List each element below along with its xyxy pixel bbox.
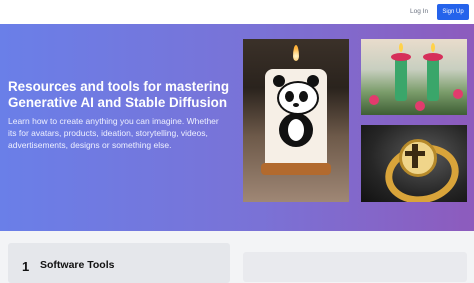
hero-headline: Resources and tools for mastering Genera… — [8, 79, 229, 110]
cross-ring-image — [361, 125, 467, 202]
candle-rim-shape — [391, 53, 411, 61]
panda-eye — [299, 91, 308, 102]
signup-button[interactable]: Sign Up — [437, 4, 469, 20]
login-link[interactable]: Log In — [404, 5, 434, 19]
panda-eye — [285, 91, 294, 102]
garden-candles-image — [361, 39, 467, 115]
flame-shape — [431, 43, 435, 52]
cross-bar — [405, 151, 425, 156]
top-navbar: Log In Sign Up — [0, 0, 474, 24]
green-candle-shape — [427, 57, 439, 101]
section-number: 1 — [22, 259, 30, 274]
panda-nose — [293, 103, 299, 107]
hero-subtext: Learn how to create anything you can ima… — [8, 116, 219, 150]
section-title: Software Tools — [40, 259, 115, 271]
flower-shape — [453, 89, 463, 99]
panda-head-shape — [277, 81, 319, 115]
candle-base-shape — [261, 163, 331, 175]
section-card-secondary[interactable] — [243, 252, 467, 282]
cross-icon — [412, 144, 418, 168]
flame-shape — [399, 43, 403, 52]
flower-shape — [415, 101, 425, 111]
panda-candle-image — [243, 39, 349, 202]
panda-belly-shape — [288, 119, 304, 141]
green-candle-shape — [395, 57, 407, 101]
flower-shape — [369, 95, 379, 105]
ring-face-shape — [399, 139, 437, 177]
flame-shape — [293, 45, 299, 61]
candle-rim-shape — [423, 53, 443, 61]
